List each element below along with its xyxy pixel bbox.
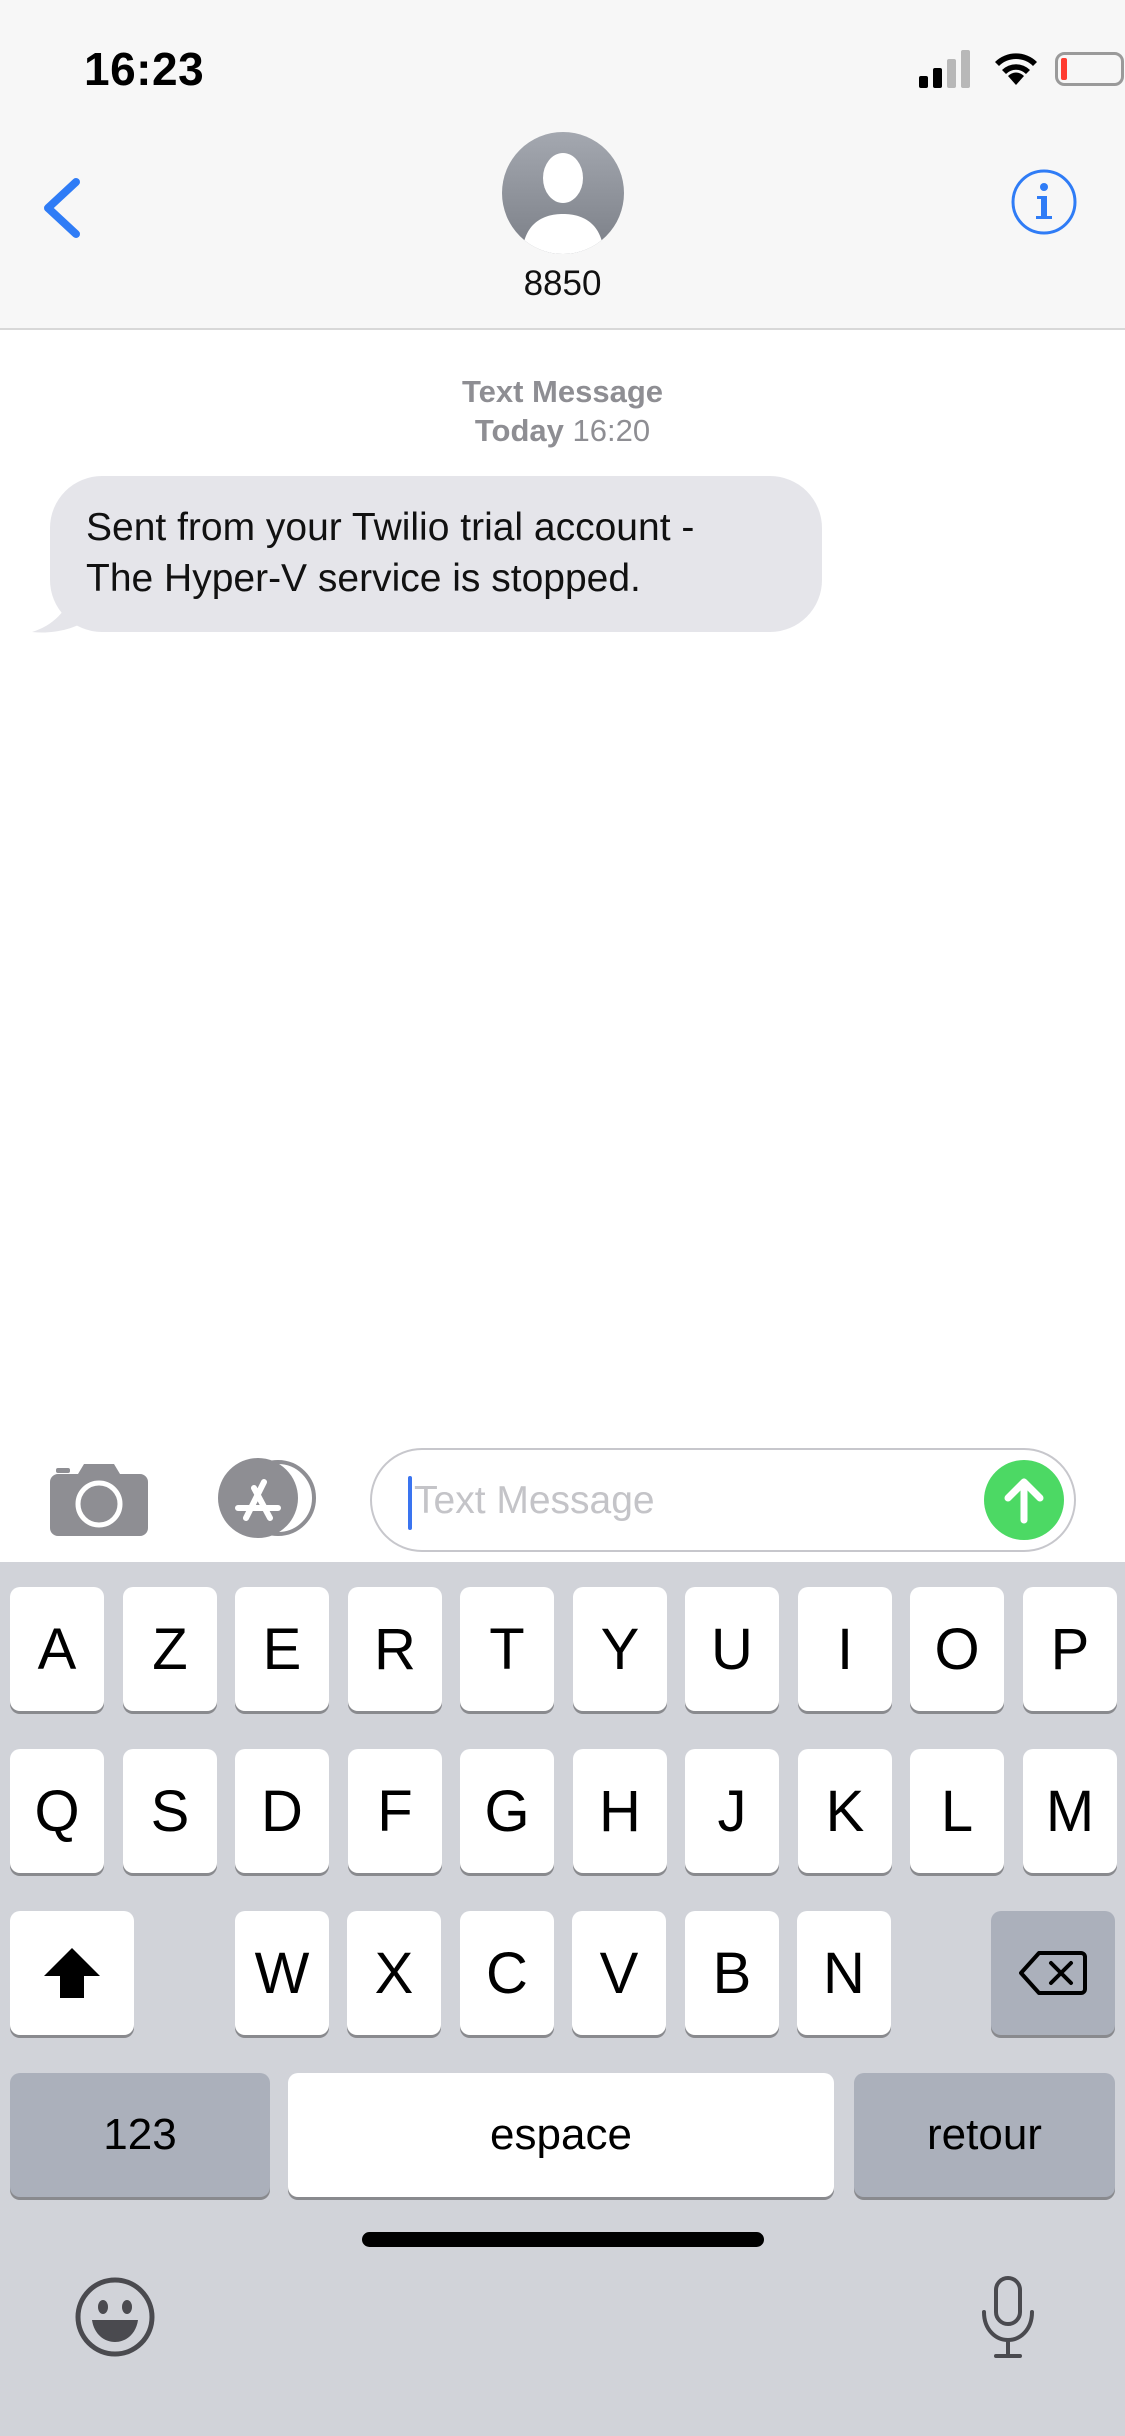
key-k[interactable]: K	[798, 1749, 892, 1873]
camera-button[interactable]	[50, 1460, 148, 1536]
key-v[interactable]: V	[572, 1911, 666, 2035]
message-text-line: Sent from your Twilio trial account -	[86, 506, 695, 549]
key-s[interactable]: S	[123, 1749, 217, 1873]
message-type-label: Text Message	[461, 374, 663, 409]
message-input-placeholder: Text Message	[414, 1479, 655, 1522]
message-input[interactable]: Text Message	[370, 1448, 1076, 1552]
back-button[interactable]	[34, 168, 88, 248]
conversation-header: 8850	[0, 128, 1125, 330]
key-o[interactable]: O	[910, 1587, 1004, 1711]
status-time: 16:23	[84, 43, 205, 95]
key-w[interactable]: W	[235, 1911, 329, 2035]
key-y[interactable]: Y	[573, 1587, 667, 1711]
compose-bar: Text Message	[0, 1440, 1125, 1562]
numbers-key[interactable]: 123	[10, 2073, 270, 2197]
key-z[interactable]: Z	[123, 1587, 217, 1711]
key-q[interactable]: Q	[10, 1749, 104, 1873]
microphone-button[interactable]	[978, 2276, 1038, 2360]
message-text-line: The Hyper-V service is stopped.	[86, 557, 641, 600]
key-t[interactable]: T	[460, 1587, 554, 1711]
key-e[interactable]: E	[235, 1587, 329, 1711]
send-button[interactable]	[984, 1460, 1064, 1540]
key-p[interactable]: P	[1023, 1587, 1117, 1711]
key-i[interactable]: I	[798, 1587, 892, 1711]
arrow-up-icon	[1004, 1478, 1044, 1524]
person-silhouette-icon	[522, 153, 604, 254]
key-d[interactable]: D	[235, 1749, 329, 1873]
key-j[interactable]: J	[685, 1749, 779, 1873]
emoji-button[interactable]	[74, 2276, 156, 2358]
delete-key[interactable]	[991, 1911, 1115, 2035]
text-caret	[408, 1476, 412, 1530]
signal-bars-icon	[919, 50, 970, 88]
return-key[interactable]: retour	[854, 2073, 1115, 2197]
key-f[interactable]: F	[348, 1749, 442, 1873]
key-l[interactable]: L	[910, 1749, 1004, 1873]
message-timestamp: Text Message Today 16:20	[0, 372, 1125, 450]
wifi-icon	[995, 53, 1037, 85]
key-g[interactable]: G	[460, 1749, 554, 1873]
key-c[interactable]: C	[460, 1911, 554, 2035]
status-bar: 16:23	[0, 0, 1125, 128]
battery-low-icon	[1055, 52, 1124, 86]
key-a[interactable]: A	[10, 1587, 104, 1711]
key-h[interactable]: H	[573, 1749, 667, 1873]
key-u[interactable]: U	[685, 1587, 779, 1711]
space-key[interactable]: espace	[288, 2073, 834, 2197]
contact-avatar[interactable]	[502, 132, 624, 254]
message-time-label: 16:20	[572, 413, 651, 448]
home-indicator[interactable]	[362, 2232, 764, 2247]
info-button[interactable]	[1010, 168, 1078, 236]
message-bubble[interactable]: Sent from your Twilio trial account - Th…	[50, 476, 822, 632]
key-x[interactable]: X	[347, 1911, 441, 2035]
app-store-button[interactable]	[210, 1458, 320, 1538]
key-b[interactable]: B	[685, 1911, 779, 2035]
shift-arrow-icon	[44, 1948, 100, 1998]
contact-name[interactable]: 8850	[0, 264, 1125, 304]
delete-backspace-icon	[1019, 1951, 1087, 1995]
message-day-label: Today	[474, 413, 564, 448]
key-r[interactable]: R	[348, 1587, 442, 1711]
key-n[interactable]: N	[797, 1911, 891, 2035]
key-m[interactable]: M	[1023, 1749, 1117, 1873]
shift-key[interactable]	[10, 1911, 134, 2035]
